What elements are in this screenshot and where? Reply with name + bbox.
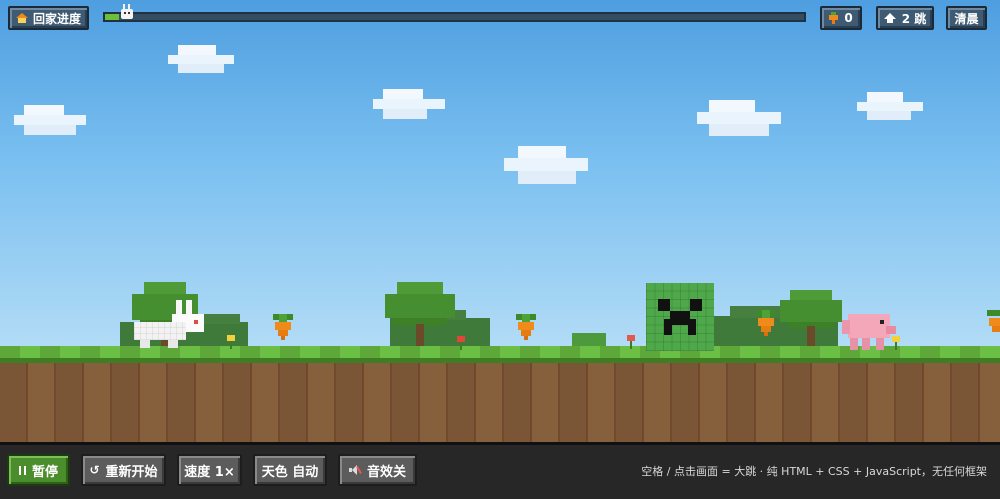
house-icon <box>15 13 28 23</box>
carrot-icon[interactable] <box>754 310 778 336</box>
cloud <box>373 89 445 119</box>
cloud <box>14 105 86 135</box>
red-flower <box>457 336 465 350</box>
cloud <box>697 100 781 136</box>
home-progress-bar <box>103 12 806 22</box>
time-of-day-badge: 清晨 <box>946 6 987 30</box>
jump-counter: 2 跳 <box>876 6 934 30</box>
home-progress-button[interactable]: 回家进度 <box>8 6 89 30</box>
cloud <box>857 92 923 120</box>
speed-label: 速度 1× <box>184 464 235 480</box>
restart-icon: ↺ <box>89 463 100 477</box>
pause-icon <box>18 465 26 475</box>
creeper-enemy <box>646 283 714 351</box>
red-flower <box>627 335 635 349</box>
sound-label: 音效关 <box>366 464 406 480</box>
cloud <box>168 45 234 73</box>
pause-label: 暂停 <box>31 464 58 480</box>
controls-hint: 空格 / 点击画面 = 大跳 · 纯 HTML + CSS + JavaScri… <box>641 465 987 478</box>
small-bush <box>572 333 606 347</box>
restart-label: 重新开始 <box>105 464 158 480</box>
jump-arrow-icon <box>883 13 896 23</box>
speed-button[interactable]: 速度 1× <box>177 454 242 486</box>
carrot-icon[interactable] <box>271 314 295 340</box>
pause-button[interactable]: 暂停 <box>7 454 70 486</box>
tree <box>385 282 455 352</box>
home-progress-fill <box>105 14 119 20</box>
cloud <box>504 146 588 184</box>
muted-speaker-icon <box>348 465 362 475</box>
tree <box>780 290 842 352</box>
jump-count: 2 跳 <box>901 11 927 26</box>
yellow-flower <box>227 335 235 349</box>
sound-toggle-button[interactable]: 音效关 <box>338 454 417 486</box>
dirt-ground <box>0 363 1000 442</box>
carrot-counter: 0 <box>820 6 862 30</box>
rabbit-player <box>134 300 208 348</box>
sky-mode-button[interactable]: 天色 自动 <box>253 454 327 486</box>
restart-button[interactable]: ↺ 重新开始 <box>81 454 166 486</box>
carrot-icon <box>829 12 839 24</box>
carrot-icon[interactable] <box>985 310 1000 336</box>
time-of-day-label: 清晨 <box>954 11 979 26</box>
carrot-count: 0 <box>844 11 853 25</box>
rabbit-marker-icon <box>120 4 134 20</box>
carrot-icon[interactable] <box>514 314 538 340</box>
home-progress-label: 回家进度 <box>32 11 81 26</box>
sky-mode-label: 天色 自动 <box>261 464 319 480</box>
pig <box>842 314 896 350</box>
game-stage[interactable]: 回家进度 0 2 跳 清晨 暂停 ↺ 重新开始 速度 1× 天色 自动 音效关 … <box>0 0 1000 499</box>
